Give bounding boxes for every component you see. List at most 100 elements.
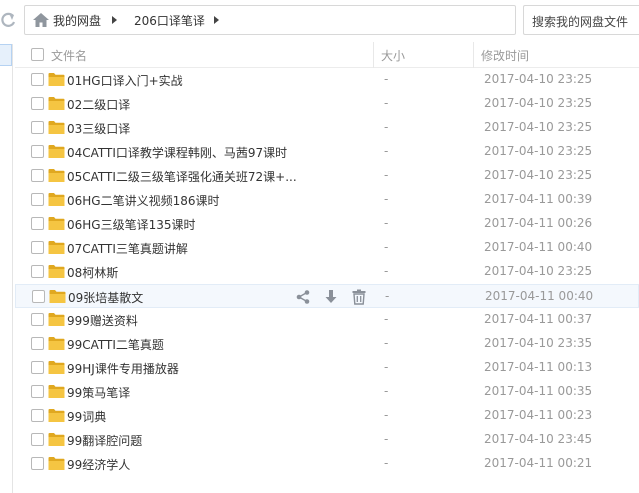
row-checkbox[interactable]	[31, 457, 44, 470]
file-size: -	[384, 408, 389, 422]
file-size: -	[384, 264, 389, 278]
row-checkbox[interactable]	[31, 409, 44, 422]
file-size: -	[384, 360, 389, 374]
file-name[interactable]: 999赠送资料	[67, 312, 138, 329]
file-row[interactable]: 09张培基散文 - 2017-04-11 00:40	[15, 284, 639, 308]
file-modified-time: 2017-04-11 00:35	[484, 384, 593, 398]
file-name[interactable]: 99翻译腔问题	[67, 432, 142, 449]
file-size: -	[385, 289, 390, 303]
file-row[interactable]: 99CATTI二笔真题 - 2017-04-10 23:35	[15, 332, 639, 356]
file-modified-time: 2017-04-10 23:45	[484, 432, 593, 446]
column-divider[interactable]	[373, 42, 374, 68]
file-row[interactable]: 06HG二笔讲义视频186课时 - 2017-04-11 00:39	[15, 188, 639, 212]
file-row[interactable]: 99翻译腔问题 - 2017-04-10 23:45	[15, 428, 639, 452]
row-checkbox[interactable]	[31, 73, 44, 86]
breadcrumb-separator-icon[interactable]	[214, 16, 219, 24]
column-divider[interactable]	[473, 42, 474, 68]
file-name[interactable]: 01HG口译入门+实战	[67, 72, 183, 89]
file-name[interactable]: 02二级口译	[67, 96, 130, 113]
column-header-name[interactable]: 文件名	[51, 47, 87, 64]
file-row[interactable]: 999赠送资料 - 2017-04-11 00:37	[15, 308, 639, 332]
file-size: -	[384, 144, 389, 158]
file-name[interactable]: 06HG三级笔译135课时	[67, 216, 196, 233]
row-checkbox[interactable]	[31, 193, 44, 206]
row-checkbox[interactable]	[31, 97, 44, 110]
file-size: -	[384, 336, 389, 350]
file-row[interactable]: 07CATTI三笔真题讲解 - 2017-04-11 00:40	[15, 236, 639, 260]
download-icon[interactable]	[323, 289, 339, 305]
left-panel-tab[interactable]	[0, 44, 12, 66]
column-header-modified[interactable]: 修改时间	[481, 47, 529, 64]
folder-icon	[48, 432, 65, 447]
file-row[interactable]: 99经济学人 - 2017-04-11 00:21	[15, 452, 639, 476]
file-row[interactable]: 99策马笔译 - 2017-04-11 00:35	[15, 380, 639, 404]
breadcrumb-item-current-folder[interactable]: 206口译笔译	[134, 12, 205, 29]
file-name[interactable]: 07CATTI三笔真题讲解	[67, 240, 188, 257]
file-row[interactable]: 99词典 - 2017-04-11 00:23	[15, 404, 639, 428]
search-input[interactable]: 搜索我的网盘文件	[523, 5, 639, 35]
share-icon[interactable]	[295, 289, 311, 305]
row-checkbox[interactable]	[31, 145, 44, 158]
file-row[interactable]: 99HJ课件专用播放器 - 2017-04-11 00:13	[15, 356, 639, 380]
row-checkbox[interactable]	[31, 385, 44, 398]
row-checkbox[interactable]	[31, 169, 44, 182]
folder-icon	[48, 192, 65, 207]
folder-icon	[48, 96, 65, 111]
file-name[interactable]: 99词典	[67, 408, 106, 425]
file-name[interactable]: 99HJ课件专用播放器	[67, 360, 179, 377]
row-checkbox[interactable]	[31, 313, 44, 326]
row-checkbox[interactable]	[31, 265, 44, 278]
folder-icon	[48, 336, 65, 351]
file-row[interactable]: 03三级口译 - 2017-04-10 23:25	[15, 116, 639, 140]
file-name[interactable]: 06HG二笔讲义视频186课时	[67, 192, 220, 209]
file-row[interactable]: 08柯林斯 - 2017-04-10 23:25	[15, 260, 639, 284]
file-size: -	[384, 432, 389, 446]
folder-icon	[48, 384, 65, 399]
column-header-size[interactable]: 大小	[381, 47, 405, 64]
row-checkbox[interactable]	[31, 337, 44, 350]
file-size: -	[384, 240, 389, 254]
file-list-header: 文件名 大小 修改时间	[15, 42, 639, 68]
file-modified-time: 2017-04-11 00:40	[485, 289, 594, 303]
file-row[interactable]: 05CATTI二级三级笔译强化通关班72课+... - 2017-04-10 23:…	[15, 164, 639, 188]
row-checkbox[interactable]	[31, 121, 44, 134]
file-modified-time: 2017-04-11 00:21	[484, 456, 593, 470]
file-name[interactable]: 08柯林斯	[67, 264, 118, 281]
folder-icon	[48, 72, 65, 87]
select-all-checkbox[interactable]	[31, 48, 44, 61]
file-row[interactable]: 02二级口译 - 2017-04-10 23:25	[15, 92, 639, 116]
row-checkbox[interactable]	[31, 241, 44, 254]
file-modified-time: 2017-04-11 00:23	[484, 408, 593, 422]
row-checkbox[interactable]	[31, 433, 44, 446]
file-row[interactable]: 06HG三级笔译135课时 - 2017-04-11 00:26	[15, 212, 639, 236]
file-size: -	[384, 216, 389, 230]
folder-icon	[48, 312, 65, 327]
breadcrumb-separator-icon	[112, 16, 117, 24]
file-modified-time: 2017-04-10 23:25	[484, 168, 593, 182]
folder-icon	[48, 360, 65, 375]
file-size: -	[384, 312, 389, 326]
file-size: -	[384, 168, 389, 182]
file-name[interactable]: 99CATTI二笔真题	[67, 336, 164, 353]
folder-icon	[48, 144, 65, 159]
breadcrumb-item-my-drive[interactable]: 我的网盘	[53, 12, 101, 29]
folder-icon	[48, 216, 65, 231]
home-icon[interactable]	[33, 13, 49, 27]
refresh-icon[interactable]	[0, 9, 16, 31]
file-name[interactable]: 99经济学人	[67, 456, 130, 473]
file-modified-time: 2017-04-11 00:40	[484, 240, 593, 254]
file-name[interactable]: 05CATTI二级三级笔译强化通关班72课+...	[67, 168, 297, 185]
row-checkbox[interactable]	[32, 290, 45, 303]
file-name[interactable]: 03三级口译	[67, 120, 130, 137]
file-row[interactable]: 01HG口译入门+实战 - 2017-04-10 23:25	[15, 68, 639, 92]
folder-icon	[48, 264, 65, 279]
file-row[interactable]: 04CATTI口译教学课程韩刚、马茜97课时 - 2017-04-10 23:25	[15, 140, 639, 164]
file-name[interactable]: 04CATTI口译教学课程韩刚、马茜97课时	[67, 144, 287, 161]
delete-icon[interactable]	[351, 289, 367, 305]
file-name[interactable]: 99策马笔译	[67, 384, 130, 401]
breadcrumb: 我的网盘 206口译笔译	[24, 5, 516, 35]
row-checkbox[interactable]	[31, 361, 44, 374]
row-checkbox[interactable]	[31, 217, 44, 230]
file-name[interactable]: 09张培基散文	[68, 289, 143, 306]
folder-icon	[48, 408, 65, 423]
